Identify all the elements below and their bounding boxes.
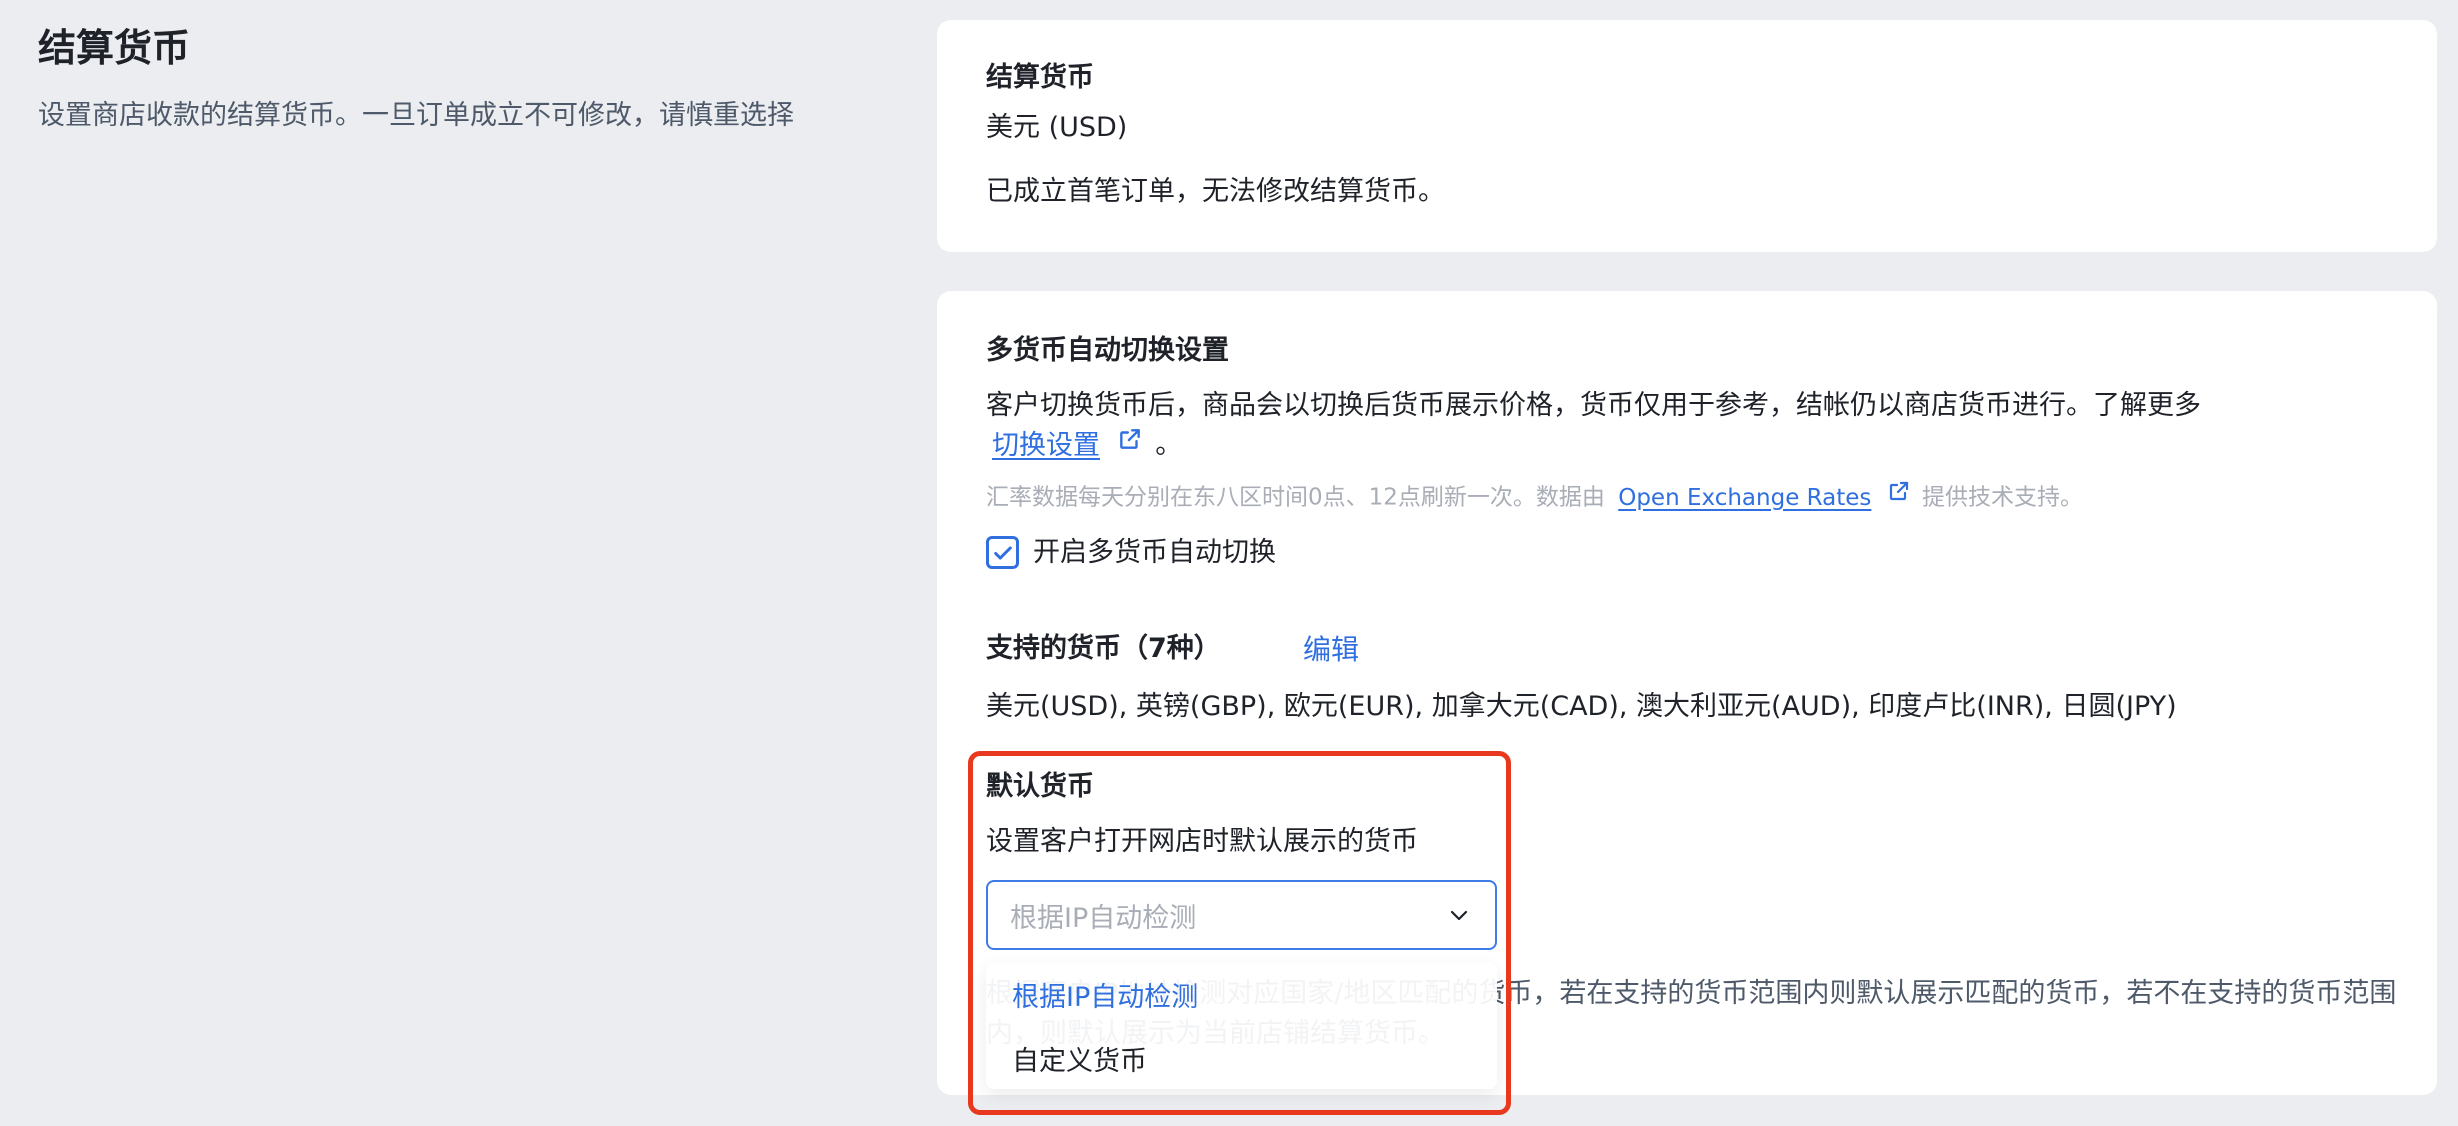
default-currency-selected-value: 根据IP自动检测 xyxy=(1010,902,1197,934)
edit-currencies-button[interactable]: 编辑 xyxy=(1303,631,1359,669)
external-link-icon xyxy=(1117,425,1143,463)
multi-currency-checkbox[interactable] xyxy=(986,536,1019,569)
open-exchange-rates-link[interactable]: Open Exchange Rates xyxy=(1618,485,1871,511)
exchange-rate-note-suffix: 提供技术支持。 xyxy=(1922,484,2084,511)
supported-currencies-list: 美元(USD), 英镑(GBP), 欧元(EUR), 加拿大元(CAD), 澳大… xyxy=(986,691,2177,722)
dropdown-option-custom-currency[interactable]: 自定义货币 xyxy=(1012,1043,1147,1081)
multi-currency-checkbox-label[interactable]: 开启多货币自动切换 xyxy=(1033,534,1276,572)
learn-more-suffix: 。 xyxy=(1155,429,1183,461)
chevron-down-icon xyxy=(1445,901,1473,929)
multi-currency-description: 客户切换货币后，商品会以切换后货币展示价格，货币仅用于参考，结帐仍以商店货币进行… xyxy=(986,387,2406,467)
multi-currency-card: 多货币自动切换设置 客户切换货币后，商品会以切换后货币展示价格，货币仅用于参考，… xyxy=(937,291,2437,1095)
section-title: 结算货币 xyxy=(38,26,191,70)
dropdown-option-auto-detect[interactable]: 根据IP自动检测 xyxy=(1012,979,1198,1017)
section-intro: 结算货币 设置商店收款的结算货币。一旦订单成立不可修改，请慎重选择 xyxy=(38,22,798,136)
default-currency-description: 设置客户打开网店时默认展示的货币 xyxy=(986,826,1418,857)
exchange-rate-note-prefix: 汇率数据每天分别在东八区时间0点、12点刷新一次。数据由 xyxy=(986,484,1605,511)
external-link-icon xyxy=(1887,477,1911,515)
section-description: 设置商店收款的结算货币。一旦订单成立不可修改，请慎重选择 xyxy=(38,100,794,131)
supported-currencies-label: 支持的货币（7种） xyxy=(986,633,1221,664)
checkmark-icon xyxy=(993,545,1012,560)
settlement-currency-note: 已成立首笔订单，无法修改结算货币。 xyxy=(986,176,1445,207)
settlement-currency-value: 美元 (USD) xyxy=(986,112,1128,143)
default-currency-select[interactable]: 根据IP自动检测 xyxy=(986,880,1497,950)
multi-currency-description-text: 客户切换货币后，商品会以切换后货币展示价格，货币仅用于参考，结帐仍以商店货币进行… xyxy=(986,390,2201,421)
switch-settings-link[interactable]: 切换设置 xyxy=(992,430,1100,461)
exchange-rate-note: 汇率数据每天分别在东八区时间0点、12点刷新一次。数据由 Open Exchan… xyxy=(986,477,2083,519)
multi-currency-title: 多货币自动切换设置 xyxy=(986,335,1229,366)
settlement-currency-card: 结算货币 美元 (USD) 已成立首笔订单，无法修改结算货币。 xyxy=(937,20,2437,252)
default-currency-label: 默认货币 xyxy=(986,771,1094,802)
default-currency-dropdown: 根据IP自动检测 自定义货币 xyxy=(986,963,1497,1089)
settlement-currency-label: 结算货币 xyxy=(986,62,1094,93)
